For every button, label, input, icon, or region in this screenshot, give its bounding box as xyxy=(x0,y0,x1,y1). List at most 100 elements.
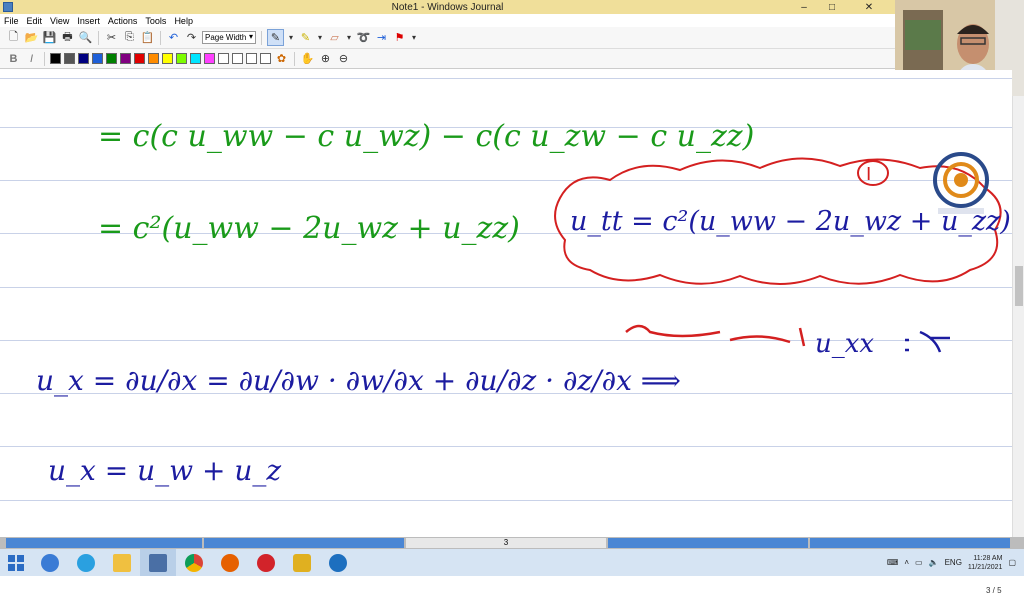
language-indicator[interactable]: ENG xyxy=(945,558,962,567)
color-swatch-purple[interactable] xyxy=(120,53,131,64)
taskbar-app-bird[interactable] xyxy=(320,549,356,576)
menu-insert[interactable]: Insert xyxy=(73,16,104,26)
taskbar-app-ie[interactable] xyxy=(68,549,104,576)
taskbar-app-security[interactable] xyxy=(284,549,320,576)
find-icon[interactable]: 🔍 xyxy=(78,30,93,45)
color-swatch-white[interactable] xyxy=(218,53,229,64)
highlighter-icon[interactable]: ✎ xyxy=(298,30,313,45)
color-swatch-orange[interactable] xyxy=(148,53,159,64)
menu-tools[interactable]: Tools xyxy=(141,16,170,26)
maximize-button[interactable]: □ xyxy=(818,0,846,14)
open-icon[interactable]: 📂 xyxy=(24,30,39,45)
page-tab[interactable] xyxy=(810,538,1010,548)
new-note-icon[interactable]: 🗋 xyxy=(6,30,21,45)
color-swatch-lime[interactable] xyxy=(176,53,187,64)
menu-bar: File Edit View Insert Actions Tools Help xyxy=(0,14,895,27)
start-button[interactable] xyxy=(0,549,32,576)
format-toolbar: B I ✿ ✋ ⊕ ⊖ xyxy=(0,49,1024,69)
current-page-tab[interactable]: 3 xyxy=(406,538,606,548)
university-logo xyxy=(924,150,998,220)
color-swatch-green[interactable] xyxy=(106,53,117,64)
notification-icon[interactable]: ▢ xyxy=(1008,558,1016,567)
taskbar-app-firefox[interactable] xyxy=(212,549,248,576)
page-tab[interactable] xyxy=(204,538,404,548)
taskbar-app-browser[interactable] xyxy=(32,549,68,576)
tray-up-arrow-icon[interactable]: ˄ xyxy=(904,558,909,567)
network-icon[interactable]: ▭ xyxy=(915,558,923,567)
note-page[interactable]: = c(c u_ww − c u_wz) − c(c u_zw − c u_zz… xyxy=(0,70,1012,595)
paste-icon[interactable]: 📋 xyxy=(140,30,155,45)
toolbar-separator xyxy=(261,30,262,45)
page-count: 3 / 5 xyxy=(986,586,1002,595)
taskbar-app-explorer[interactable] xyxy=(104,549,140,576)
color-swatch-red[interactable] xyxy=(134,53,145,64)
zoom-out-icon[interactable]: ⊖ xyxy=(336,51,351,66)
taskbar-app-vivaldi[interactable] xyxy=(248,549,284,576)
menu-view[interactable]: View xyxy=(46,16,73,26)
color-swatch-black[interactable] xyxy=(50,53,61,64)
color-swatch-white[interactable] xyxy=(232,53,243,64)
toolbar-separator xyxy=(98,30,99,45)
vertical-scrollbar[interactable] xyxy=(1012,96,1024,540)
eraser-dropdown-icon[interactable]: ▾ xyxy=(345,30,353,45)
menu-help[interactable]: Help xyxy=(170,16,197,26)
taskbar: ⌨ ˄ ▭ 🔈 ENG 11:28 AM 11/21/2021 ▢ xyxy=(0,549,1024,576)
window-title: Note1 - Windows Journal xyxy=(391,1,504,13)
menu-edit[interactable]: Edit xyxy=(23,16,47,26)
boxed-label: I xyxy=(866,164,871,185)
insert-space-icon[interactable]: ⇥ xyxy=(374,30,389,45)
flag-icon[interactable]: ⚑ xyxy=(392,30,407,45)
color-swatch-white[interactable] xyxy=(246,53,257,64)
ink-line-2: = c²(u_ww − 2u_wz + u_zz) xyxy=(98,211,520,246)
color-swatch-cyan[interactable] xyxy=(190,53,201,64)
minimize-button[interactable]: – xyxy=(790,0,818,14)
keyboard-icon[interactable]: ⌨ xyxy=(887,558,899,567)
pen-icon[interactable]: ✎ xyxy=(267,29,284,46)
print-preview-icon[interactable]: 🖶 xyxy=(60,30,75,45)
hand-pan-icon[interactable]: ✋ xyxy=(300,51,315,66)
page-navigation-strip: 3 xyxy=(0,537,1024,549)
ink-line-4: u_x = u_w + u_z xyxy=(48,454,281,487)
title-bar: Note1 - Windows Journal – □ ✕ xyxy=(0,0,895,14)
scrollbar-thumb[interactable] xyxy=(1015,266,1023,306)
taskbar-app-journal[interactable] xyxy=(140,549,176,576)
zoom-in-icon[interactable]: ⊕ xyxy=(318,51,333,66)
close-button[interactable]: ✕ xyxy=(846,0,892,14)
pen-style-icon[interactable]: ✿ xyxy=(274,51,289,66)
color-swatch-yellow[interactable] xyxy=(162,53,173,64)
taskbar-app-chrome[interactable] xyxy=(176,549,212,576)
app-globe-icon xyxy=(41,553,59,572)
cut-icon[interactable]: ✂ xyxy=(104,30,119,45)
internet-explorer-icon xyxy=(77,553,95,572)
color-swatch-white[interactable] xyxy=(260,53,271,64)
firefox-icon xyxy=(221,553,239,572)
vivaldi-icon xyxy=(257,553,275,572)
flag-dropdown-icon[interactable]: ▾ xyxy=(410,30,418,45)
italic-icon[interactable]: I xyxy=(24,51,39,66)
toolbar-separator xyxy=(294,51,295,66)
page-tab[interactable] xyxy=(608,538,808,548)
volume-icon[interactable]: 🔈 xyxy=(929,558,939,567)
color-swatch-magenta[interactable] xyxy=(204,53,215,64)
note-uxx: u_xx xyxy=(815,329,874,359)
pen-dropdown-icon[interactable]: ▾ xyxy=(287,30,295,45)
zoom-select[interactable]: Page Width xyxy=(202,31,256,44)
redo-icon[interactable]: ↷ xyxy=(184,30,199,45)
color-swatch-blue[interactable] xyxy=(92,53,103,64)
undo-icon[interactable]: ↶ xyxy=(166,30,181,45)
bird-app-icon xyxy=(329,553,347,572)
copy-icon[interactable]: ⎘ xyxy=(122,30,137,45)
highlighter-dropdown-icon[interactable]: ▾ xyxy=(316,30,324,45)
color-swatch-navy[interactable] xyxy=(78,53,89,64)
clock[interactable]: 11:28 AM 11/21/2021 xyxy=(968,554,1003,572)
save-icon[interactable]: 💾 xyxy=(42,30,57,45)
page-tab[interactable] xyxy=(6,538,202,548)
ink-line-1: = c(c u_ww − c u_wz) − c(c u_zw − c u_zz… xyxy=(98,119,754,154)
lasso-select-icon[interactable]: ➰ xyxy=(356,30,371,45)
clock-time: 11:28 AM xyxy=(973,554,1003,562)
menu-file[interactable]: File xyxy=(0,16,23,26)
menu-actions[interactable]: Actions xyxy=(104,16,142,26)
eraser-icon[interactable]: ▱ xyxy=(327,30,342,45)
bold-icon[interactable]: B xyxy=(6,51,21,66)
color-swatch-gray[interactable] xyxy=(64,53,75,64)
